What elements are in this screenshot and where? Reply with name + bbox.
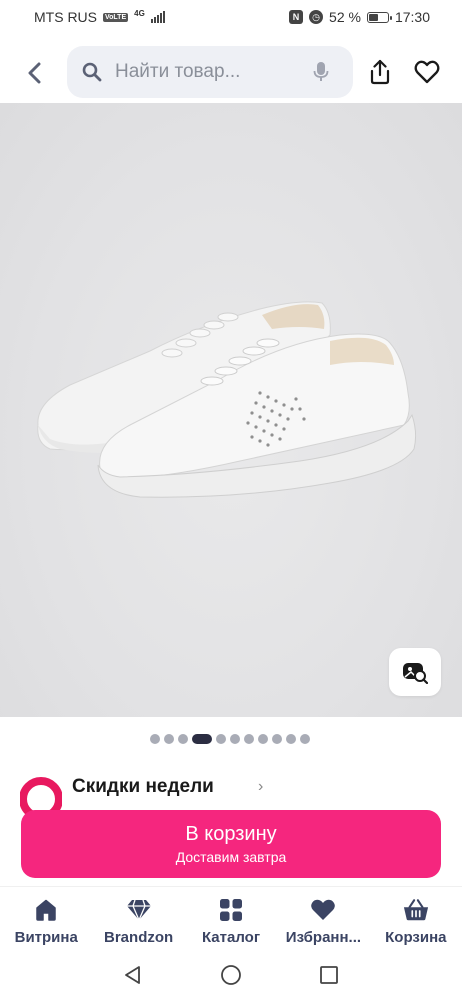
pagination-dot[interactable] <box>272 734 282 744</box>
battery-icon <box>366 11 392 23</box>
system-navigation-bar <box>0 950 462 1000</box>
promo-title: Скидки недели <box>72 776 214 797</box>
heart-icon <box>310 897 336 923</box>
chevron-left-icon <box>28 62 41 84</box>
signal-icon <box>150 11 165 23</box>
visual-search-button[interactable] <box>389 648 441 696</box>
battery-fill <box>368 13 379 21</box>
nav-item-favorites[interactable]: Избранн... <box>277 887 369 948</box>
nav-item-brandzon[interactable]: Brandzon <box>92 887 184 948</box>
image-pagination <box>150 734 310 744</box>
status-right: N ◷ 52 % 17:30 <box>289 9 430 25</box>
system-back-icon[interactable] <box>122 964 144 986</box>
sneakers-photo <box>37 301 417 498</box>
system-recents-icon[interactable] <box>318 964 340 986</box>
nfc-icon: N <box>289 10 304 24</box>
clock: 17:30 <box>394 9 430 25</box>
nav-label-favorites: Избранн... <box>285 929 362 946</box>
nav-item-home[interactable]: Витрина <box>0 887 92 948</box>
nav-label-home: Витрина <box>14 929 78 946</box>
chevron-right-icon: › <box>258 778 264 795</box>
basket-icon <box>403 897 429 923</box>
nav-item-cart[interactable]: Корзина <box>370 887 462 948</box>
delivery-label: Доставим завтра <box>175 849 287 865</box>
bottom-navigation: Витрина Brandzon Каталог Избранн... Корз… <box>0 886 462 948</box>
search-icon <box>81 61 103 83</box>
diamond-icon <box>126 897 152 923</box>
search-input[interactable] <box>115 61 293 83</box>
add-to-cart-button[interactable]: В корзину Доставим завтра <box>21 810 441 878</box>
nav-label-brandzon: Brandzon <box>104 929 174 946</box>
pagination-dot[interactable] <box>286 734 296 744</box>
search-box[interactable] <box>67 46 353 98</box>
grid-icon <box>218 897 244 923</box>
battery-percent: 52 % <box>329 9 361 25</box>
add-to-cart-label: В корзину <box>185 823 277 845</box>
favorite-button[interactable] <box>412 58 442 86</box>
promo-row[interactable]: Скидки недели › <box>20 772 440 816</box>
home-icon <box>33 897 59 923</box>
carrier-name: MTS RUS <box>34 9 97 25</box>
top-header <box>0 46 462 98</box>
pagination-dot[interactable] <box>244 734 254 744</box>
pagination-dot[interactable] <box>178 734 188 744</box>
status-bar: MTS RUS VoLTE 4G N ◷ 52 % 17:30 <box>0 0 462 34</box>
volte-badge: VoLTE <box>103 12 129 22</box>
heart-outline-icon <box>414 60 440 84</box>
microphone-icon[interactable] <box>311 61 331 83</box>
product-image[interactable] <box>0 103 462 717</box>
share-icon <box>370 59 390 85</box>
system-home-icon[interactable] <box>220 964 242 986</box>
pagination-dot-active[interactable] <box>192 734 212 744</box>
nav-label-catalog: Каталог <box>201 929 261 946</box>
pagination-dot[interactable] <box>150 734 160 744</box>
pagination-dot[interactable] <box>164 734 174 744</box>
visual-search-icon <box>403 663 428 684</box>
alarm-icon: ◷ <box>309 10 324 24</box>
status-left: MTS RUS VoLTE 4G <box>34 9 165 25</box>
pagination-dot[interactable] <box>300 734 310 744</box>
nav-label-cart: Корзина <box>385 929 447 946</box>
pagination-dot[interactable] <box>258 734 268 744</box>
pagination-dot[interactable] <box>216 734 226 744</box>
nav-item-catalog[interactable]: Каталог <box>185 887 277 948</box>
pagination-dot[interactable] <box>230 734 240 744</box>
network-type: 4G <box>134 8 145 18</box>
back-button[interactable] <box>20 58 50 88</box>
share-button[interactable] <box>366 58 394 86</box>
